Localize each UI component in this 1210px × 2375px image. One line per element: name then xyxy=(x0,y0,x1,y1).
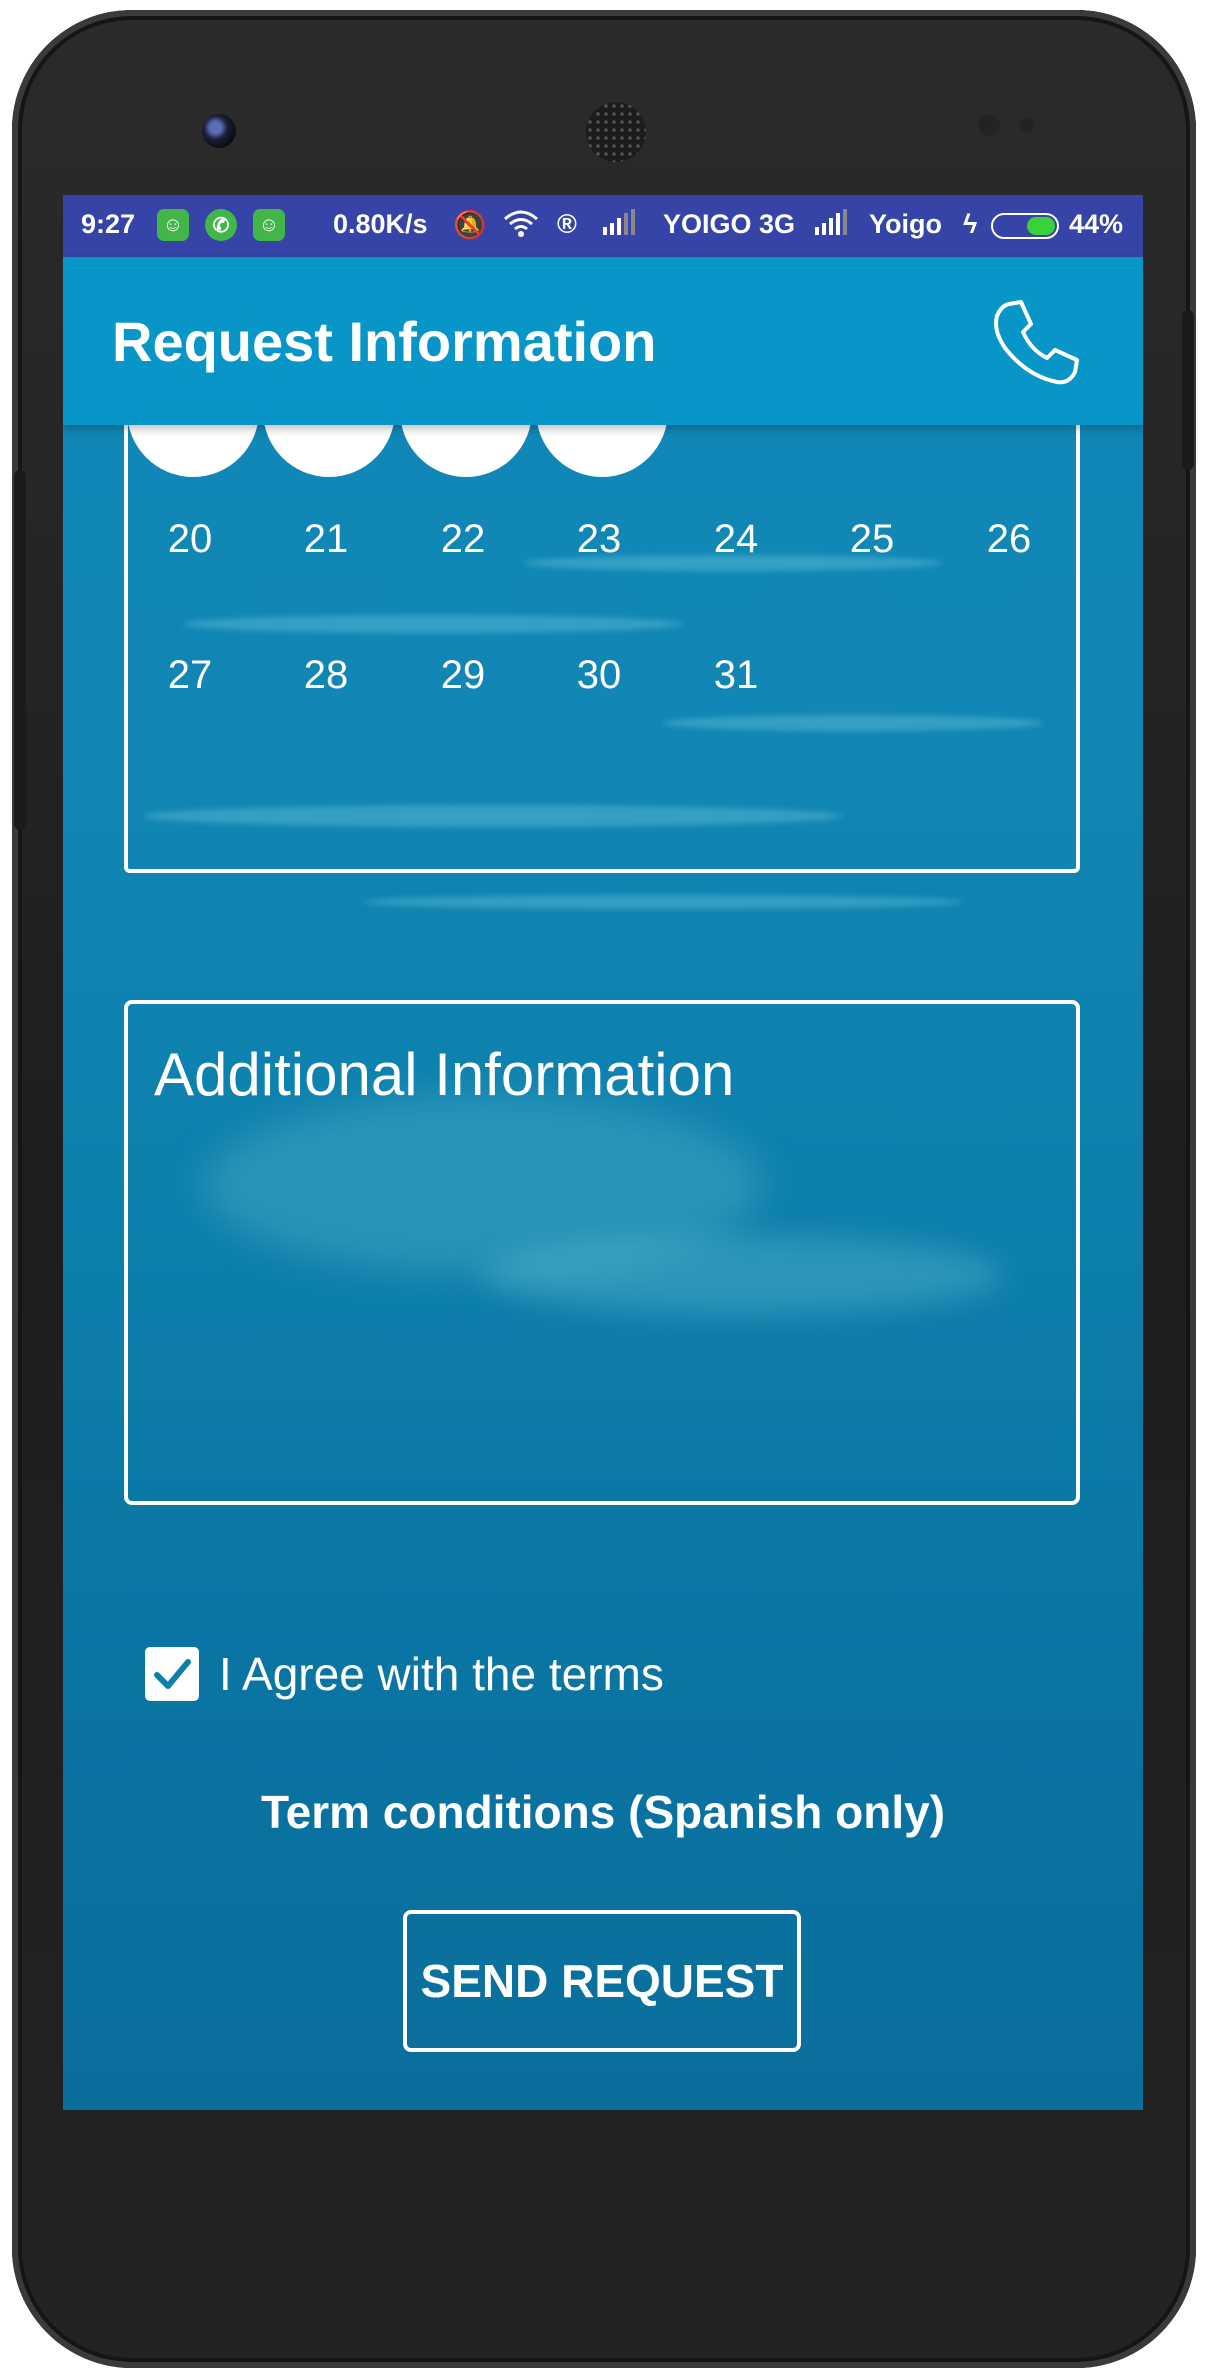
network-speed: 0.80K/s xyxy=(333,209,428,239)
calendar-day[interactable]: 23 xyxy=(559,517,639,562)
calendar-day[interactable]: 28 xyxy=(286,653,366,698)
calendar-day[interactable]: 22 xyxy=(423,517,503,562)
terms-link[interactable]: Term conditions (Spanish only) xyxy=(63,1785,1143,1839)
volume-button xyxy=(14,470,26,830)
roaming-icon: ® xyxy=(557,209,577,239)
agree-label[interactable]: I Agree with the terms xyxy=(219,1647,664,1701)
agree-checkbox[interactable] xyxy=(145,1647,199,1701)
wifi-icon xyxy=(503,209,539,244)
phone-icon[interactable] xyxy=(985,292,1085,392)
calendar-day[interactable]: 20 xyxy=(150,517,230,562)
calendar-day[interactable]: 21 xyxy=(286,517,366,562)
water-ripple xyxy=(363,895,963,909)
battery-percent: 44% xyxy=(1069,209,1124,239)
proximity-sensor xyxy=(978,114,1000,136)
android-icon: ☺ xyxy=(157,209,189,241)
calendar-day[interactable]: 25 xyxy=(832,517,912,562)
carrier-secondary: Yoigo xyxy=(869,209,942,239)
app-bar: Request Information xyxy=(63,257,1143,425)
calendar-day[interactable]: 26 xyxy=(969,517,1049,562)
mute-icon: 🔕 xyxy=(453,210,487,240)
signal-icon xyxy=(815,209,849,242)
additional-info-placeholder: Additional Information xyxy=(154,1041,735,1108)
calendar-day[interactable]: 30 xyxy=(559,653,639,698)
calendar-day[interactable]: 27 xyxy=(150,653,230,698)
carrier-primary: YOIGO 3G xyxy=(663,209,796,239)
whatsapp-icon: ✆ xyxy=(205,209,237,241)
check-icon xyxy=(154,1659,191,1689)
calendar-day[interactable]: 24 xyxy=(696,517,776,562)
status-bar: 9:27 ☺ ✆ ☺ 0.80K/s 🔕 ® YOIGO 3G Yoigo ϟ … xyxy=(63,195,1143,257)
page-title: Request Information xyxy=(112,310,657,373)
calendar-day[interactable]: 31 xyxy=(696,653,776,698)
charging-icon: ϟ xyxy=(963,209,978,239)
android-icon: ☺ xyxy=(253,209,285,241)
status-time: 9:27 xyxy=(81,209,136,239)
battery-level xyxy=(1026,217,1055,235)
send-request-button[interactable]: SEND REQUEST xyxy=(403,1910,801,2052)
light-sensor xyxy=(1020,118,1034,132)
calendar-day[interactable]: 29 xyxy=(423,653,503,698)
signal-icon xyxy=(603,209,637,242)
screen: 9:27 ☺ ✆ ☺ 0.80K/s 🔕 ® YOIGO 3G Yoigo ϟ … xyxy=(63,195,1143,2110)
additional-info-field[interactable]: Additional Information xyxy=(124,1000,1080,1505)
earpiece-speaker xyxy=(586,102,646,162)
power-button xyxy=(1182,310,1194,470)
front-camera xyxy=(202,114,236,148)
battery-icon xyxy=(991,213,1059,239)
